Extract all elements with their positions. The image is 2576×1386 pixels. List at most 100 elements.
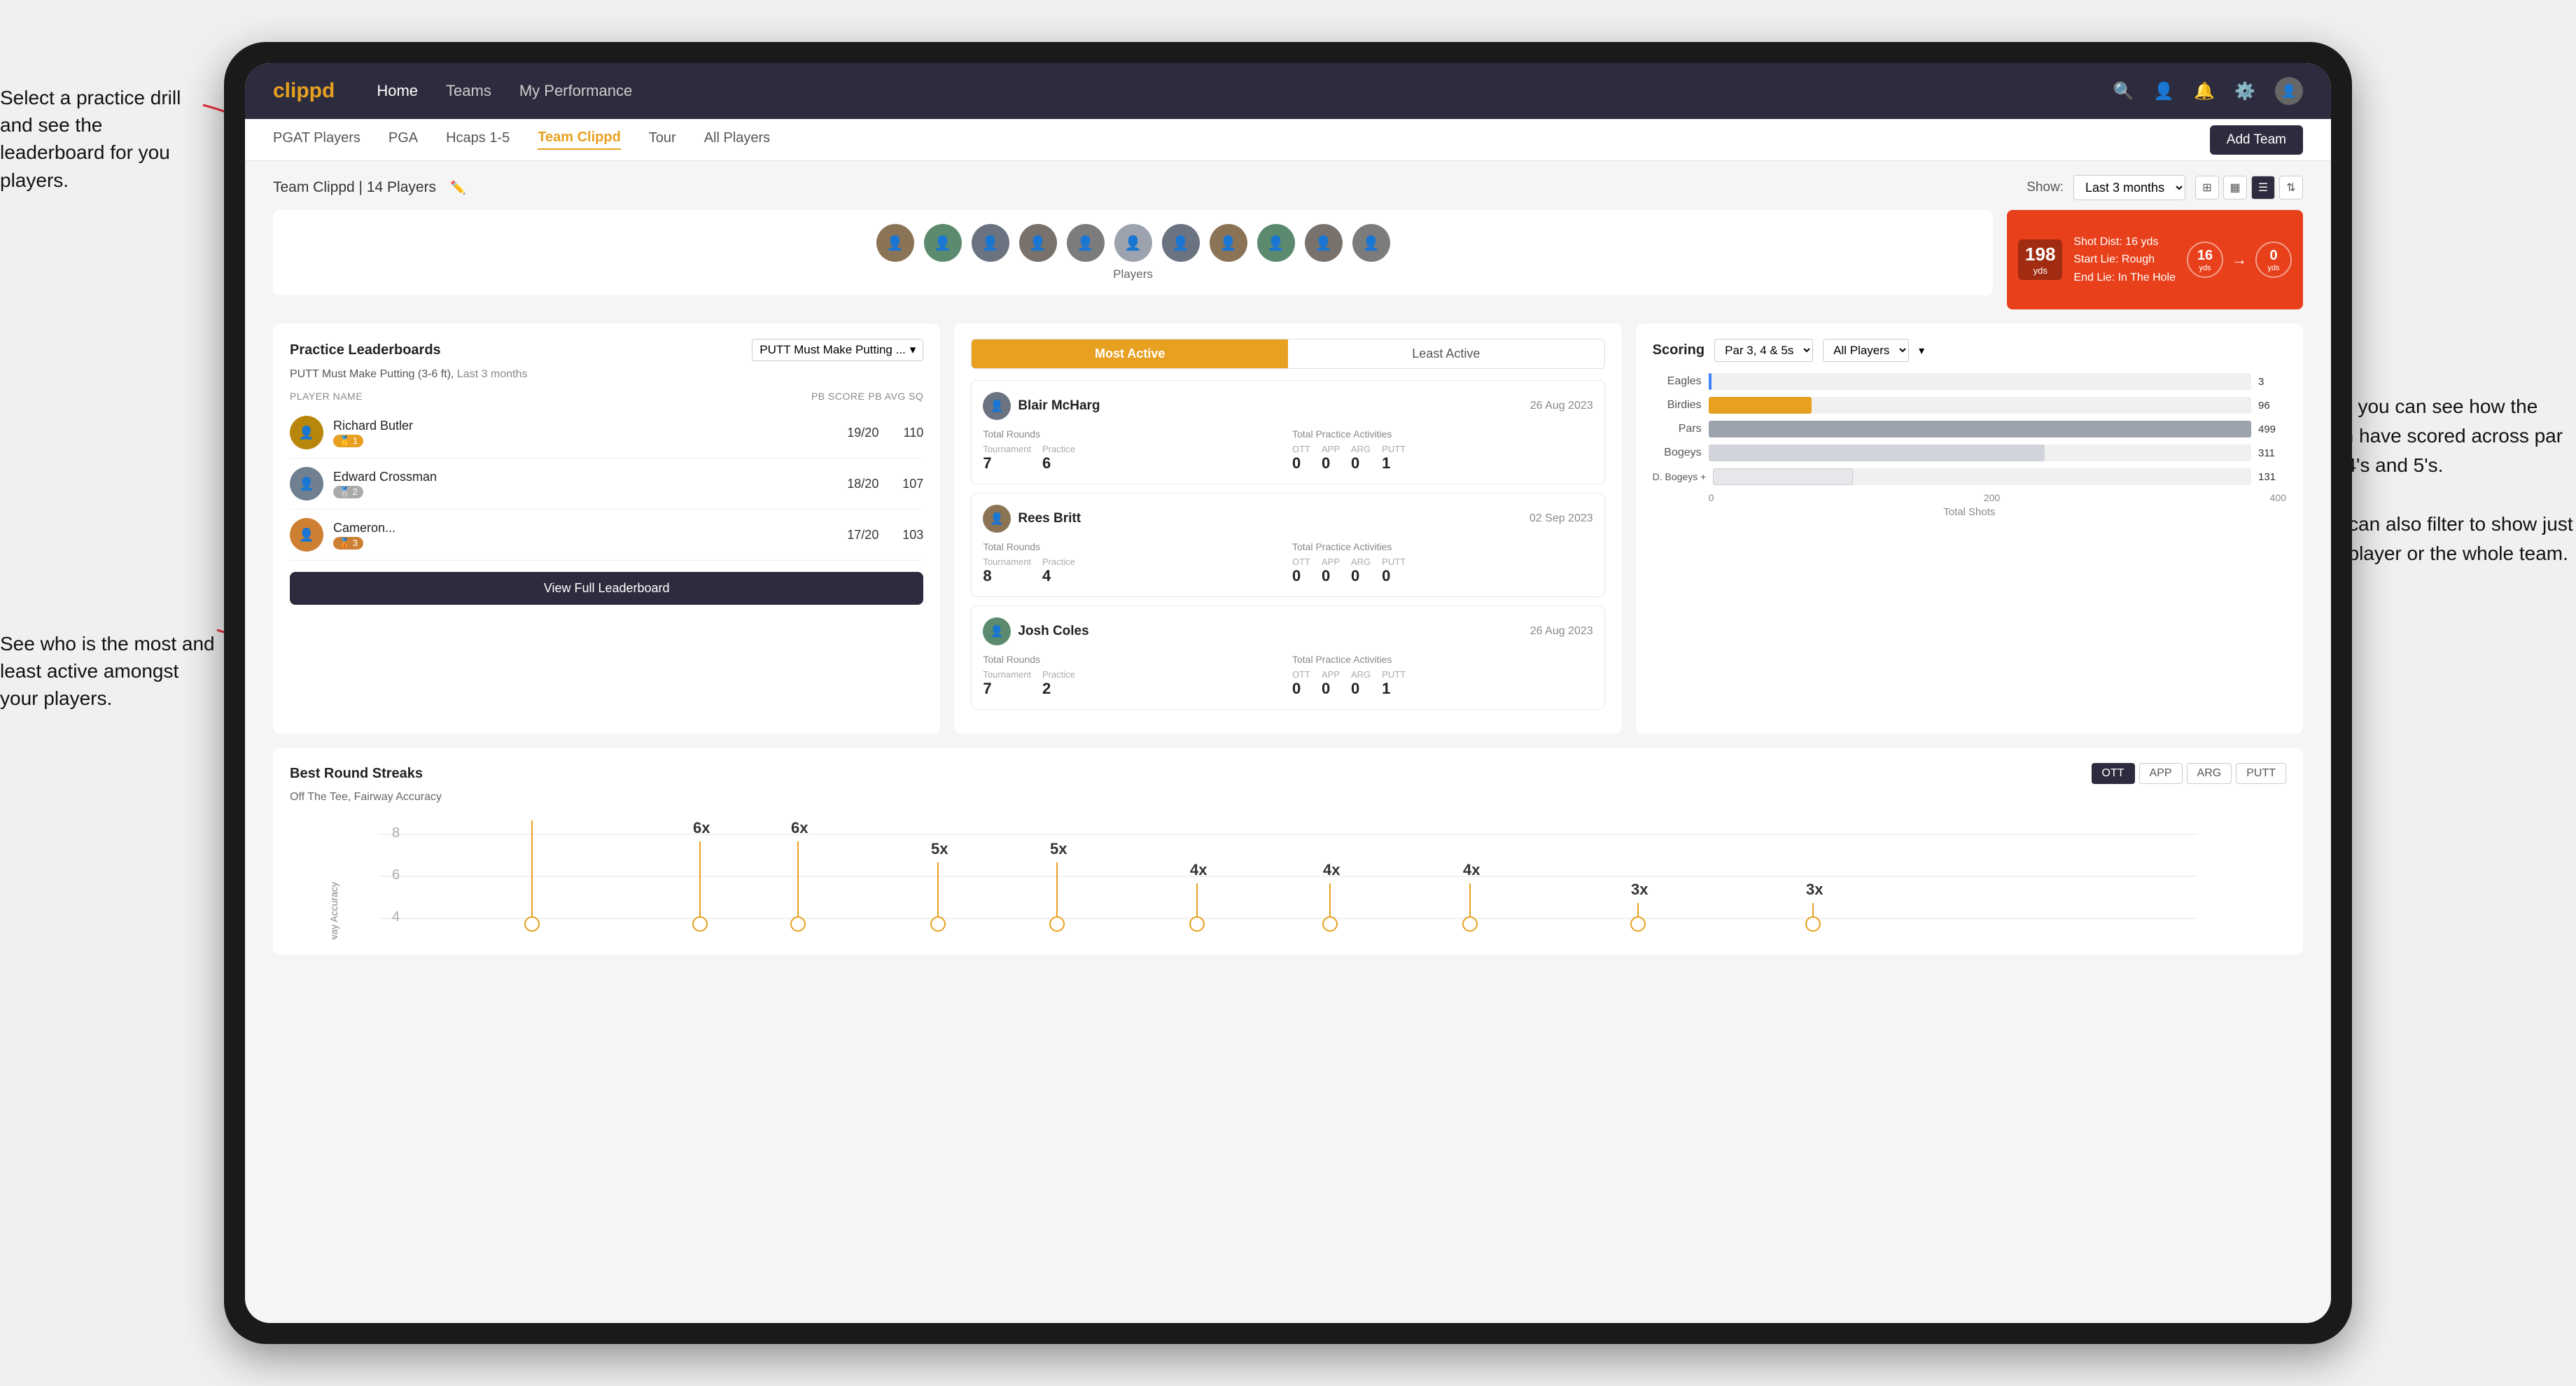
lb-avatar-1: 👤 <box>290 416 323 449</box>
active-player-2: 👤 Rees Britt 02 Sep 2023 Total Rounds To… <box>971 493 1604 597</box>
player-avatar-2[interactable]: 👤 <box>924 224 962 262</box>
view-list-btn[interactable]: ☰ <box>2251 176 2275 200</box>
lb-name-1: Richard Butler <box>333 419 827 433</box>
shot-distance-unit: yds <box>2025 265 2055 276</box>
bar-val-bogeys: 311 <box>2258 447 2286 459</box>
practice-lb-dropdown[interactable]: PUTT Must Make Putting ... ▾ <box>752 339 923 361</box>
player-avatar-11[interactable]: 👤 <box>1352 224 1390 262</box>
nav-link-performance[interactable]: My Performance <box>519 82 632 100</box>
streaks-pill-app[interactable]: APP <box>2139 763 2183 784</box>
lb-badge-3: 🥉 3 <box>333 537 363 550</box>
scoring-axis-label: Total Shots <box>1653 506 2286 518</box>
shot-detail1: Shot Dist: 16 yds <box>2073 233 2176 251</box>
player-avatar-4[interactable]: 👤 <box>1019 224 1057 262</box>
bar-val-pars: 499 <box>2258 424 2286 435</box>
bar-fill-birdies <box>1709 397 1812 414</box>
apc-name-3: Josh Coles <box>1018 624 1088 639</box>
view-grid-small-btn[interactable]: ⊞ <box>2195 176 2219 200</box>
tab-tour[interactable]: Tour <box>649 130 676 149</box>
streaks-pill-putt[interactable]: PUTT <box>2236 763 2286 784</box>
svg-text:8: 8 <box>392 825 400 841</box>
player-avatar-8[interactable]: 👤 <box>1210 224 1247 262</box>
streaks-svg: 8 6 4 7x 6x 6x <box>290 813 2286 939</box>
apc-name-row-3: 👤 Josh Coles <box>983 617 1088 645</box>
bar-label-eagles: Eagles <box>1653 375 1702 388</box>
scoring-player-filter[interactable]: All Players <box>1823 339 1909 362</box>
lb-score-2: 18/20 <box>836 477 878 491</box>
svg-text:7x: 7x <box>525 813 542 816</box>
lb-info-3: Cameron... 🥉 3 <box>333 521 827 550</box>
player-avatar-1[interactable]: 👤 <box>876 224 914 262</box>
active-player-3: 👤 Josh Coles 26 Aug 2023 Total Rounds To… <box>971 606 1604 710</box>
show-select[interactable]: Last 3 months Last 6 months Last year <box>2073 175 2185 200</box>
tab-hcaps[interactable]: Hcaps 1-5 <box>446 130 510 149</box>
tab-pgat-players[interactable]: PGAT Players <box>273 130 360 149</box>
apc-name-row-1: 👤 Blair McHarg <box>983 392 1100 420</box>
lb-avatar-3: 👤 <box>290 518 323 552</box>
player-avatar-7[interactable]: 👤 <box>1162 224 1200 262</box>
bar-fill-eagles <box>1709 373 1712 390</box>
activity-toggle: Most Active Least Active <box>971 339 1604 369</box>
bar-track-birdies <box>1709 397 2251 414</box>
shot-circle-2: 0 yds <box>2255 241 2292 278</box>
player-avatar-5[interactable]: 👤 <box>1067 224 1105 262</box>
players-section: 👤 👤 👤 👤 👤 👤 👤 👤 👤 👤 👤 Players <box>273 210 1993 295</box>
streaks-title: Best Round Streaks <box>290 766 423 782</box>
bar-track-dbogeys <box>1713 468 2251 485</box>
bar-track-pars <box>1709 421 2251 438</box>
three-col-grid: Practice Leaderboards PUTT Must Make Put… <box>273 323 2303 734</box>
most-active-btn[interactable]: Most Active <box>972 340 1288 368</box>
view-grid-btn[interactable]: ▦ <box>2223 176 2247 200</box>
scoring-par-filter[interactable]: Par 3, 4 & 5s Par 3s Par 4s Par 5s <box>1714 339 1813 362</box>
bar-pars: Pars 499 <box>1653 421 2286 438</box>
lb-badge-1: 🥇 1 <box>333 435 363 447</box>
tab-all-players[interactable]: All Players <box>704 130 770 149</box>
bell-icon[interactable]: 🔔 <box>2194 81 2215 102</box>
player-avatar-3[interactable]: 👤 <box>972 224 1009 262</box>
player-avatar-6[interactable]: 👤 <box>1114 224 1152 262</box>
player-avatar-10[interactable]: 👤 <box>1305 224 1343 262</box>
apc-stats-3: Total Rounds Tournament 7 Practice 2 <box>983 654 1592 698</box>
lb-col-headers: PLAYER NAME PB SCORE PB AVG SQ <box>290 391 923 402</box>
svg-text:6x: 6x <box>693 819 710 836</box>
view-filter-btn[interactable]: ⇅ <box>2279 176 2303 200</box>
nav-link-home[interactable]: Home <box>377 82 418 100</box>
team-header: Team Clippd | 14 Players ✏️ Show: Last 3… <box>273 175 2303 200</box>
shot-circle-1: 16 yds <box>2187 241 2223 278</box>
svg-text:5x: 5x <box>1050 840 1068 858</box>
shot-info-details: Shot Dist: 16 yds Start Lie: Rough End L… <box>2073 233 2176 287</box>
streaks-pill-arg[interactable]: ARG <box>2187 763 2232 784</box>
navbar-logo: clippd <box>273 79 335 103</box>
shot-detail3: End Lie: In The Hole <box>2073 269 2176 287</box>
edit-icon[interactable]: ✏️ <box>450 181 465 195</box>
apc-avatar-2: 👤 <box>983 505 1011 533</box>
view-icons: ⊞ ▦ ☰ ⇅ <box>2195 176 2303 200</box>
search-icon[interactable]: 🔍 <box>2113 81 2134 102</box>
tab-team-clippd[interactable]: Team Clippd <box>538 130 621 150</box>
practice-lb-subtitle: PUTT Must Make Putting (3-6 ft), Last 3 … <box>290 368 923 381</box>
people-icon[interactable]: 👤 <box>2153 81 2174 102</box>
bar-val-eagles: 3 <box>2258 376 2286 388</box>
show-controls: Show: Last 3 months Last 6 months Last y… <box>2026 175 2303 200</box>
avatar[interactable]: 👤 <box>2275 77 2303 105</box>
apc-rounds-group-1: Total Rounds Tournament 7 Practice 6 <box>983 428 1284 472</box>
scoring-bars: Eagles 3 Birdies 96 <box>1653 373 2286 485</box>
bar-dbogeys: D. Bogeys + 131 <box>1653 468 2286 485</box>
show-label: Show: <box>2026 180 2064 195</box>
col-player-name: PLAYER NAME <box>290 391 806 402</box>
player-avatar-9[interactable]: 👤 <box>1257 224 1295 262</box>
tab-pga[interactable]: PGA <box>388 130 418 149</box>
add-team-button[interactable]: Add Team <box>2210 125 2303 155</box>
view-full-leaderboard-button[interactable]: View Full Leaderboard <box>290 572 923 605</box>
shot-arrow-icon: → <box>2232 251 2247 269</box>
least-active-btn[interactable]: Least Active <box>1288 340 1604 368</box>
sub-nav: PGAT Players PGA Hcaps 1-5 Team Clippd T… <box>245 119 2331 161</box>
nav-link-teams[interactable]: Teams <box>446 82 491 100</box>
settings-icon[interactable]: ⚙️ <box>2234 81 2255 102</box>
bar-track-eagles <box>1709 373 2251 390</box>
scoring-header: Scoring Par 3, 4 & 5s Par 3s Par 4s Par … <box>1653 339 2286 362</box>
scoring-x-axis: 0 200 400 <box>1653 492 2286 503</box>
streaks-pill-ott[interactable]: OTT <box>2092 763 2135 784</box>
lb-row-1: 👤 Richard Butler 🥇 1 19/20 110 <box>290 407 923 458</box>
lb-avatar-2: 👤 <box>290 467 323 500</box>
